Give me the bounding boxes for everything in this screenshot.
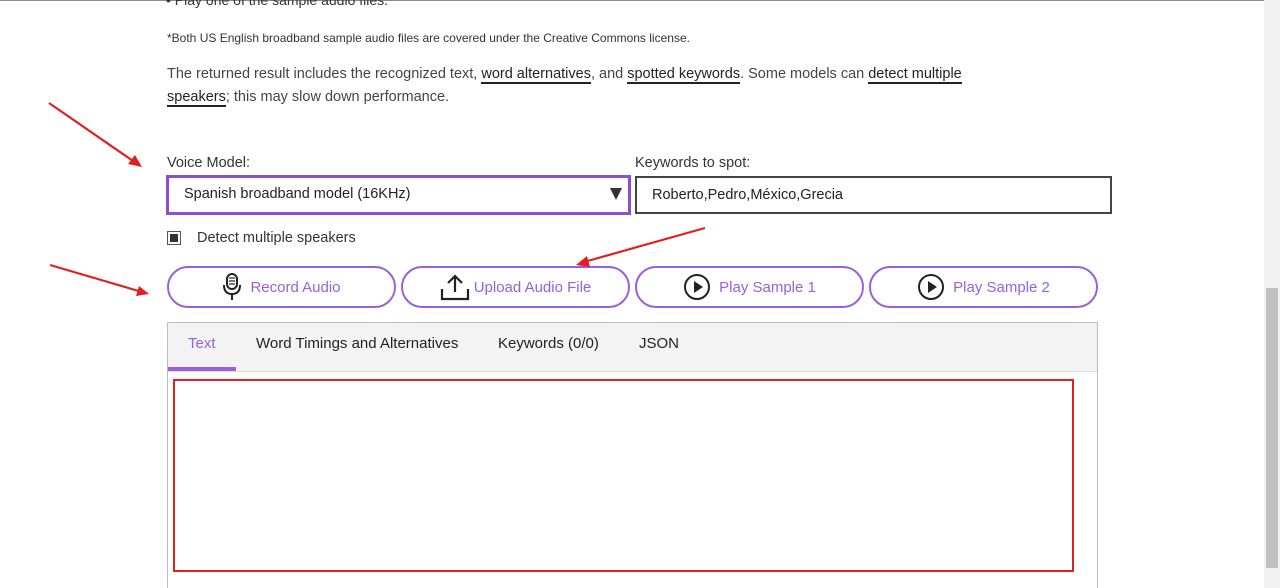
active-tab-indicator: [168, 367, 236, 371]
dropdown-arrow-icon: [610, 188, 622, 200]
license-note: *Both US English broadband sample audio …: [167, 31, 690, 45]
scrollbar-thumb[interactable]: [1266, 288, 1278, 568]
scrollbar-track[interactable]: [1264, 0, 1280, 588]
detect-multiple-link[interactable]: detect multiple: [868, 66, 962, 84]
annotation-arrow-buttons: [49, 263, 149, 296]
description-text: The returned result includes the recogni…: [167, 66, 482, 82]
description-text: , and: [590, 66, 628, 82]
word-alternatives-link[interactable]: word alternatives: [481, 66, 591, 84]
voice-model-value: Spanish broadband model (16KHz): [184, 186, 411, 202]
play-sample-1-button[interactable]: Play Sample 1: [635, 266, 864, 308]
keywords-label: Keywords to spot:: [635, 155, 751, 171]
microphone-icon: [222, 273, 242, 301]
description-text: . Some models can: [740, 66, 869, 82]
voice-model-select[interactable]: Spanish broadband model (16KHz): [166, 175, 631, 215]
upload-icon: [440, 273, 470, 301]
speakers-link[interactable]: speakers: [167, 89, 226, 107]
voice-model-label: Voice Model:: [167, 155, 251, 171]
spotted-keywords-link[interactable]: spotted keywords: [627, 66, 741, 84]
description-text: ; this may slow down performance.: [225, 89, 450, 105]
tab-keywords[interactable]: Keywords (0/0): [498, 335, 599, 352]
detect-speakers-label: Detect multiple speakers: [197, 230, 356, 246]
play-sample-2-button[interactable]: Play Sample 2: [869, 266, 1098, 308]
keywords-input[interactable]: [635, 176, 1112, 214]
annotation-arrow-voice-model: [48, 102, 142, 167]
play-circle-icon: [917, 273, 945, 301]
record-audio-button[interactable]: Record Audio: [167, 266, 396, 308]
play-sample-1-label: Play Sample 1: [719, 278, 816, 296]
play-circle-icon: [683, 273, 711, 301]
page: • Play one of the sample audio files. *B…: [0, 0, 1280, 588]
description-paragraph: The returned result includes the recogni…: [167, 63, 1007, 109]
detect-speakers-checkbox[interactable]: [167, 231, 181, 245]
instruction-bullet: • Play one of the sample audio files.: [166, 0, 389, 8]
transcript-output-area[interactable]: [173, 379, 1074, 572]
annotation-arrow-upload: [576, 226, 706, 267]
tab-text[interactable]: Text: [188, 335, 216, 352]
tab-json[interactable]: JSON: [639, 335, 679, 352]
tab-bar: Text Word Timings and Alternatives Keywo…: [168, 323, 1097, 372]
upload-audio-button[interactable]: Upload Audio File: [401, 266, 630, 308]
checkbox-checked-mark: [170, 234, 178, 242]
upload-audio-label: Upload Audio File: [473, 278, 592, 296]
tab-word-timings[interactable]: Word Timings and Alternatives: [256, 335, 458, 352]
record-audio-label: Record Audio: [250, 278, 341, 296]
play-sample-2-label: Play Sample 2: [953, 278, 1050, 296]
